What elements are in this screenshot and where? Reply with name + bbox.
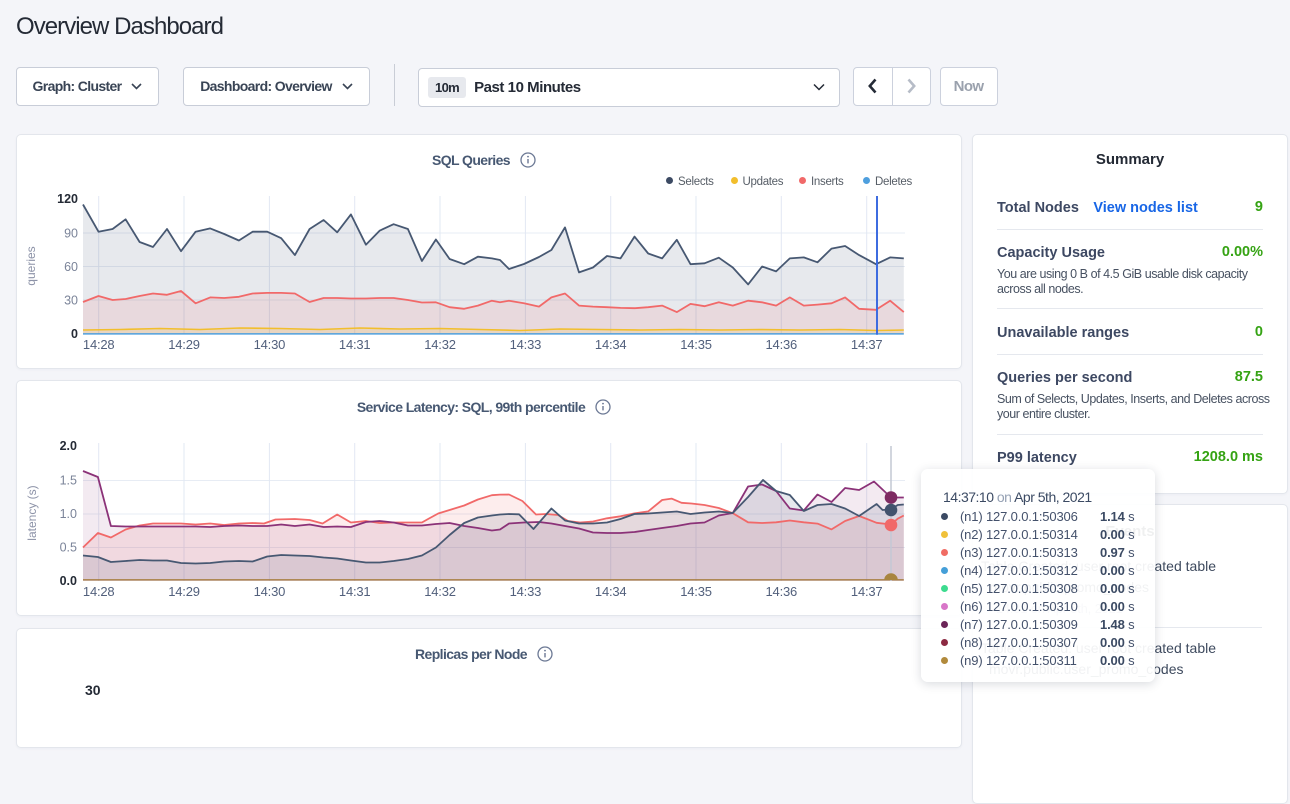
svg-text:0.0: 0.0 — [60, 574, 77, 588]
svg-text:14:37: 14:37 — [851, 584, 883, 599]
svg-text:14:30: 14:30 — [254, 584, 286, 599]
svg-text:14:31: 14:31 — [339, 584, 371, 599]
svg-text:1.5: 1.5 — [60, 474, 77, 488]
svg-text:0.5: 0.5 — [60, 541, 77, 555]
svg-text:2.0: 2.0 — [60, 439, 77, 453]
svg-text:14:34: 14:34 — [595, 584, 627, 599]
svg-text:14:29: 14:29 — [168, 584, 200, 599]
svg-text:14:33: 14:33 — [510, 584, 542, 599]
svg-text:14:32: 14:32 — [424, 584, 456, 599]
svg-text:14:36: 14:36 — [766, 584, 798, 599]
svg-text:14:35: 14:35 — [680, 584, 712, 599]
svg-text:1.0: 1.0 — [60, 507, 77, 521]
svg-text:14:28: 14:28 — [83, 584, 115, 599]
svg-text:latency (s): latency (s) — [25, 485, 39, 540]
